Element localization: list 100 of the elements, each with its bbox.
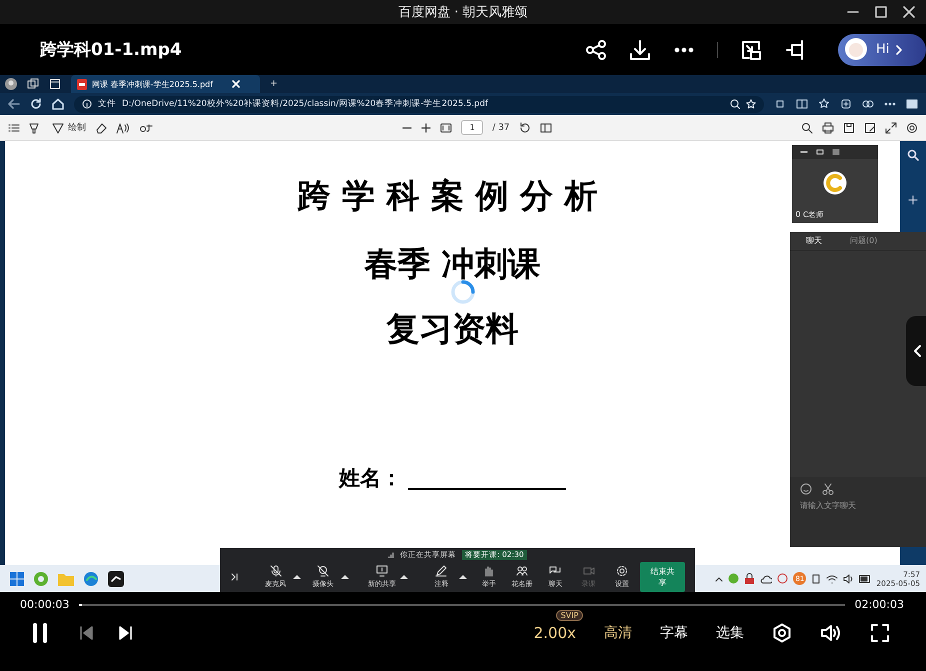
gear-icon [616, 565, 628, 577]
caret-icon[interactable] [459, 575, 468, 579]
zoom-icon[interactable] [730, 99, 740, 109]
start-icon[interactable] [10, 572, 24, 586]
search-icon[interactable] [907, 149, 919, 161]
refresh-icon[interactable] [30, 98, 42, 110]
mic-icon [270, 565, 282, 577]
name-label: 姓名： [339, 465, 402, 492]
minimize-icon[interactable] [800, 149, 808, 155]
pdf-icon [77, 78, 87, 90]
subtitles-button[interactable]: 字幕 [660, 624, 688, 642]
battery-icon[interactable] [859, 574, 872, 582]
workspaces-icon[interactable] [27, 78, 39, 90]
picture-in-picture-icon[interactable] [740, 38, 762, 60]
page-field[interactable]: 1 [461, 120, 484, 135]
address-label: 文件 [98, 98, 116, 110]
share-icon[interactable] [585, 38, 607, 60]
vip-badge: SVIP [556, 610, 584, 621]
page-heading: 春季 冲刺课 [364, 243, 541, 285]
pause-icon[interactable] [30, 621, 50, 645]
grid-icon[interactable] [832, 149, 840, 155]
extensions-icon[interactable] [774, 98, 786, 110]
app-icon[interactable] [108, 570, 124, 586]
address-text: D:/OneDrive/11%20校外%20补课资料/2025/classin/网课%20春季冲刺课-学生2025.5.pdf [122, 98, 488, 110]
pen-icon [52, 122, 64, 134]
caret-icon[interactable] [340, 575, 349, 579]
signal-icon [388, 552, 394, 558]
favorite-icon[interactable] [746, 99, 756, 109]
settings-icon[interactable] [906, 122, 918, 134]
window-icon[interactable] [816, 149, 824, 155]
collapse-button[interactable] [906, 316, 926, 386]
page-count: / 37 [492, 122, 510, 132]
search-icon[interactable] [800, 122, 813, 134]
eraser-icon[interactable] [95, 122, 107, 134]
caret-icon[interactable] [400, 575, 408, 579]
lock-icon[interactable] [744, 573, 756, 584]
translate-icon[interactable] [139, 122, 153, 134]
new-tab-button[interactable]: + [270, 79, 278, 89]
chat-tab[interactable]: 聊天 [806, 235, 822, 246]
collapse-icon[interactable] [230, 573, 238, 581]
assistant-button[interactable]: Hi [838, 34, 926, 66]
collections-icon[interactable] [840, 98, 852, 110]
save-icon[interactable] [842, 122, 855, 134]
info-icon [82, 99, 92, 109]
maximize-icon[interactable] [874, 5, 888, 19]
camera-icon [316, 565, 329, 577]
record-icon [582, 565, 595, 577]
caret-icon[interactable] [293, 575, 302, 579]
browser-tab[interactable]: 网课 春季冲刺课-学生2025.5.pdf [71, 75, 260, 93]
zoom-in-icon[interactable] [421, 122, 432, 132]
page-heading: 复习资料 [386, 308, 518, 350]
people-icon [516, 565, 528, 577]
split-screen-icon[interactable] [796, 98, 808, 110]
download-icon[interactable] [629, 38, 651, 60]
contents-icon[interactable] [8, 122, 20, 134]
logo-icon [823, 171, 847, 195]
speed-button[interactable]: 2.00x [534, 624, 576, 642]
volume-icon[interactable] [843, 574, 854, 584]
window-title: 百度网盘 · 朝天风雅颂 [398, 4, 528, 21]
add-icon[interactable] [908, 195, 918, 205]
share-icon [376, 565, 388, 577]
fullscreen-icon[interactable] [884, 122, 897, 134]
pen-icon [435, 565, 448, 577]
page-heading: 跨 学 科 案 例 分 析 [298, 175, 598, 217]
hand-icon [482, 565, 495, 577]
rotate-icon[interactable] [518, 122, 531, 134]
emoji-icon[interactable] [800, 483, 812, 495]
caret-icon[interactable] [715, 574, 724, 582]
chat-input[interactable]: 请输入文字聊天 [800, 501, 910, 510]
tab-actions-icon[interactable] [49, 78, 61, 90]
volume-icon[interactable] [820, 623, 842, 643]
fit-page-icon[interactable] [440, 122, 452, 134]
home-icon[interactable] [52, 98, 64, 110]
page-view-icon[interactable] [540, 122, 552, 134]
print-icon[interactable] [822, 122, 834, 134]
video-title: 跨学科01-1.mp4 [40, 39, 182, 61]
wifi-icon[interactable] [826, 574, 838, 584]
duration-time: 02:00:03 [854, 598, 904, 611]
loading-icon [450, 279, 476, 305]
save-as-icon[interactable] [864, 122, 876, 134]
end-share-button[interactable]: 结束共享 [640, 562, 685, 592]
elapsed-time: 00:00:03 [20, 598, 70, 611]
pin-icon[interactable] [784, 38, 806, 60]
read-aloud-icon[interactable] [116, 122, 130, 134]
scissors-icon[interactable] [822, 483, 834, 495]
episodes-button[interactable]: 选集 [716, 624, 744, 642]
quality-button[interactable]: 高清 [604, 624, 632, 642]
previous-icon[interactable] [78, 625, 94, 641]
back-icon[interactable] [8, 98, 20, 110]
chevron-icon [895, 44, 904, 56]
chat-tab[interactable]: 问题(0) [850, 235, 878, 246]
close-icon[interactable] [902, 5, 916, 19]
next-icon[interactable] [118, 625, 134, 641]
draw-button[interactable]: 绘制 [52, 121, 86, 134]
avatar-icon[interactable] [5, 78, 17, 90]
copilot-icon[interactable] [862, 98, 874, 110]
favorites-icon[interactable] [818, 98, 830, 110]
cloud-icon[interactable] [760, 574, 772, 584]
address-bar[interactable]: 文件 D:/OneDrive/11%20校外%20补课资料/2025/classin/网课%20春季冲刺课-学生2025.5.pdf [74, 96, 764, 112]
browser-icon[interactable] [83, 570, 99, 586]
